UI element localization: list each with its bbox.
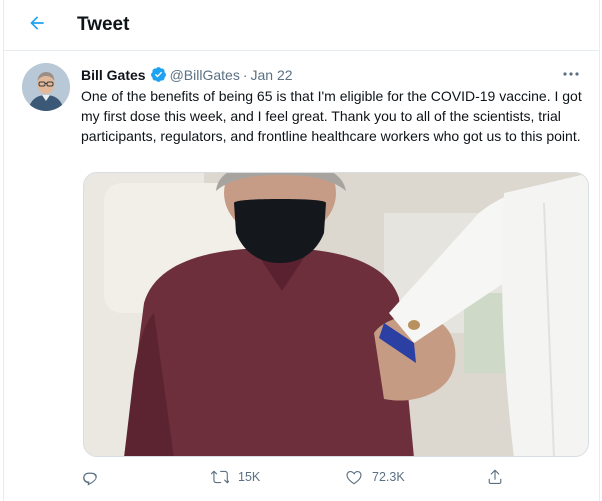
tweet-actions: 15K 72.3K	[81, 468, 521, 492]
tweet-date[interactable]: Jan 22	[251, 67, 293, 83]
more-dots-icon	[563, 63, 579, 81]
reply-icon	[81, 468, 99, 486]
back-button[interactable]	[22, 10, 52, 40]
page-title: Tweet	[77, 14, 130, 35]
share-icon	[486, 468, 504, 486]
like-button[interactable]: 72.3K	[345, 468, 405, 486]
like-count: 72.3K	[372, 470, 405, 484]
share-button[interactable]	[486, 468, 513, 486]
reply-button[interactable]	[81, 468, 108, 486]
heart-icon	[345, 468, 363, 486]
vaccination-photo	[84, 173, 588, 456]
more-options-button[interactable]	[559, 62, 583, 82]
meta-separator: ·	[242, 66, 248, 83]
tweet-page: Tweet Bill Gates @BillGates · Jan 22 One…	[3, 0, 600, 501]
tweet-text: One of the benefits of being 65 is that …	[81, 88, 582, 144]
page-header: Tweet	[4, 0, 599, 51]
retweet-count: 15K	[238, 470, 261, 484]
avatar-image	[22, 63, 70, 111]
tweet-photo[interactable]	[83, 172, 589, 457]
retweet-button[interactable]: 15K	[211, 468, 260, 486]
tweet-meta: Bill Gates @BillGates · Jan 22	[81, 66, 539, 83]
author-handle[interactable]: @BillGates	[170, 67, 240, 83]
arrow-left-icon	[27, 13, 47, 38]
avatar[interactable]	[22, 63, 70, 111]
author-name[interactable]: Bill Gates	[81, 67, 146, 83]
verified-badge-icon	[150, 66, 167, 83]
retweet-icon	[211, 468, 229, 486]
